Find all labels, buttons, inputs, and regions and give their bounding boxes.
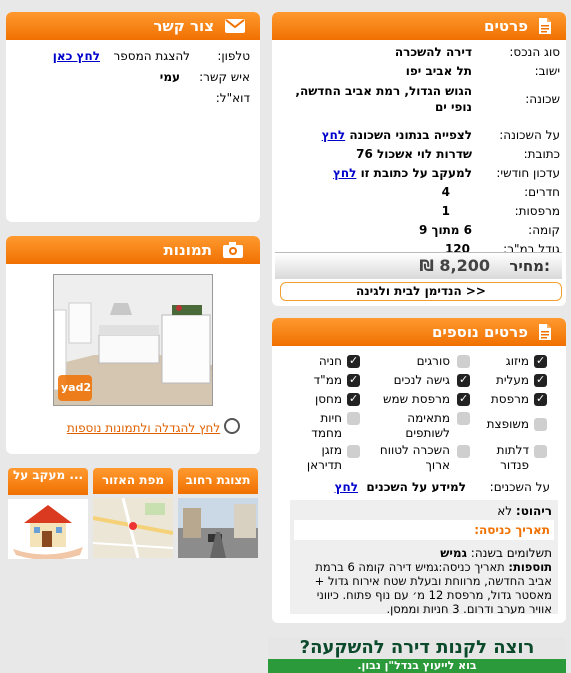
feature-label: סורגים — [416, 354, 450, 368]
feature-label: ממ"ד — [313, 373, 342, 387]
feature-label: מתאימה לשותפים — [405, 411, 450, 440]
magnifier-icon — [224, 418, 240, 434]
feature-checkbox — [457, 355, 470, 368]
entry-date-row: תאריך כניסה: — [294, 520, 554, 540]
envelope-icon — [225, 19, 245, 33]
street-view-thumbnail — [178, 498, 258, 558]
feature-label: מעלית — [495, 373, 529, 387]
feature-checkbox — [534, 392, 547, 406]
details-title: פרטים — [484, 17, 528, 35]
track-tile[interactable]: מעקב על ... — [8, 468, 88, 563]
enlarge-photos-link[interactable]: לחץ להגדלה ולתמונות נוספות — [67, 421, 220, 435]
tiles-row: תצוגת רחוב מפת האזור מעקב על ... — [6, 468, 260, 563]
feature-checkbox — [457, 392, 470, 406]
feature-checkbox — [534, 373, 547, 387]
feature-checkbox — [347, 392, 360, 406]
show-phone-link[interactable]: לחץ כאן — [53, 49, 100, 63]
street-view-tile[interactable]: תצוגת רחוב — [178, 468, 258, 563]
track-address-link[interactable]: לחץ — [333, 166, 356, 180]
feature-checkbox — [534, 445, 547, 458]
extra-info-box: ריהוט: לא תאריך כניסה: תשלומים בשנה: גמי… — [290, 500, 558, 616]
extra-details-panel: פרטים נוספים מיזוג סורגים חניה מעלית גיש… — [272, 318, 566, 623]
feature-label: משופצת — [486, 417, 529, 431]
track-label: מעקב על ... — [8, 468, 88, 495]
handyman-promo-button[interactable]: הנדימן לבית ולגינה >> — [280, 282, 562, 301]
detail-row-neighborhood: שכונה: הגוש הגדול, רמת אביב החדשה, נופי י… — [295, 84, 560, 114]
neighbors-link[interactable]: לחץ — [335, 480, 358, 494]
feature-checkbox — [457, 445, 470, 458]
investment-banner[interactable]: רוצה לקנות דירה להשקעה? בוא לייעוץ בנדל"… — [268, 637, 566, 673]
contact-panel: צור קשר טלפון: להצגת המספר לחץ כאן איש ק… — [6, 12, 260, 222]
price-value: 8,200 ₪ — [419, 256, 490, 275]
details-rows: סוג הנכס: דירה להשכרה ישוב: תל אביב יפו שכ… — [276, 43, 560, 273]
feature-checkbox — [347, 412, 360, 425]
area-map-thumbnail — [93, 498, 173, 558]
extra-header: פרטים נוספים — [272, 318, 566, 346]
house-in-hand-image — [8, 499, 88, 559]
feature-checkbox — [347, 445, 360, 458]
yad2-watermark: yad2 — [61, 381, 92, 394]
details-panel: פרטים סוג הנכס: דירה להשכרה ישוב: תל אביב … — [272, 12, 566, 306]
feature-label: דלתות פנדור — [496, 443, 529, 472]
feature-label: מיזוג — [505, 354, 529, 368]
document-icon — [539, 324, 551, 340]
feature-checkbox — [347, 373, 360, 387]
feature-label: השכרה לטווח ארוך — [379, 443, 450, 472]
feature-label: מרפסת שמש — [382, 392, 450, 406]
feature-checkbox — [457, 412, 470, 425]
price-label: מחיר: — [509, 257, 550, 275]
handyman-promo-label: הנדימן לבית ולגינה >> — [356, 284, 486, 298]
photos-panel: תמונות yad2 לחץ להגדלה ולתמונות נוספות — [6, 236, 260, 454]
feature-label: מזגן תדיראן — [306, 443, 342, 472]
area-map-tile[interactable]: מפת האזור — [93, 468, 173, 563]
feature-label: גישה לנכים — [393, 373, 450, 387]
additions-row: תוספות: תאריך כניסה:גמיש דירה קומה 6 ברמ… — [314, 560, 552, 616]
area-map-label: מפת האזור — [93, 468, 173, 494]
price-bar: מחיר: 8,200 ₪ — [275, 252, 562, 279]
furniture-row: ריהוט: לא — [497, 504, 552, 518]
feature-label: חיות מחמד — [311, 411, 342, 440]
feature-checkbox — [347, 354, 360, 368]
property-photo[interactable]: yad2 — [53, 274, 213, 406]
payments-row: תשלומים בשנה: גמיש — [440, 546, 552, 560]
contact-title: צור קשר — [153, 17, 214, 35]
contact-header: צור קשר — [6, 12, 260, 40]
banner-headline: רוצה לקנות דירה להשקעה? — [268, 637, 566, 659]
street-view-label: תצוגת רחוב — [178, 468, 258, 494]
camera-icon — [223, 242, 243, 258]
extra-title: פרטים נוספים — [431, 323, 528, 341]
feature-label: מרפסת — [490, 392, 529, 406]
feature-label: מחסן — [314, 392, 342, 406]
photos-title: תמונות — [163, 241, 212, 259]
feature-checkbox — [534, 354, 547, 368]
feature-checkbox — [457, 373, 470, 387]
document-icon — [539, 18, 551, 34]
feature-label: חניה — [318, 354, 342, 368]
details-header: פרטים — [272, 12, 566, 40]
banner-subline: בוא לייעוץ בנדל"ן נבון. — [268, 659, 566, 673]
neighborhood-link[interactable]: לחץ — [322, 128, 345, 142]
enlarge-photos-row: לחץ להגדלה ולתמונות נוספות — [26, 416, 240, 435]
feature-checkbox — [534, 418, 547, 431]
photos-header: תמונות — [6, 236, 260, 264]
